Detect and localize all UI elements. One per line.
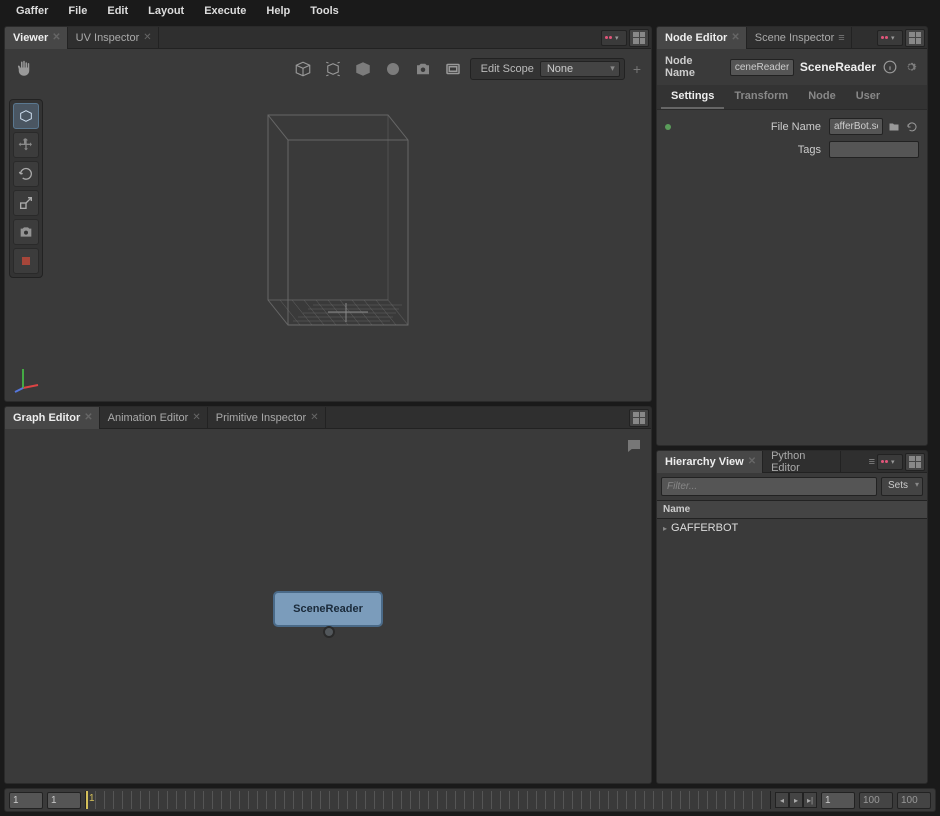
tab-hierarchy-view[interactable]: Hierarchy View ✕ [657, 451, 763, 473]
layout-split-icon[interactable] [905, 29, 925, 47]
pin-selector[interactable]: ▾ [601, 30, 627, 46]
end-frame-input[interactable] [897, 792, 931, 809]
menu-lines-icon[interactable]: ≡ [867, 456, 877, 468]
subtab-user[interactable]: User [846, 85, 890, 109]
tab-label: Hierarchy View [665, 456, 744, 468]
subtab-node[interactable]: Node [798, 85, 846, 109]
close-icon[interactable]: ✕ [52, 32, 60, 43]
tab-label: Python Editor [771, 451, 834, 473]
filter-input[interactable] [661, 477, 877, 496]
play-button[interactable]: ▸ [789, 792, 803, 808]
subtab-transform[interactable]: Transform [724, 85, 798, 109]
pin-selector[interactable]: ▾ [877, 30, 903, 46]
viewport[interactable] [5, 49, 651, 401]
tab-label: Scene Inspector [755, 32, 835, 44]
tab-viewer[interactable]: Viewer ✕ [5, 27, 68, 49]
menu-file[interactable]: File [58, 5, 97, 17]
node-name-input[interactable] [730, 59, 794, 76]
tab-animation-editor[interactable]: Animation Editor✕ [100, 407, 208, 429]
tab-python-editor[interactable]: Python Editor [763, 451, 841, 473]
graph-editor-panel: Graph Editor✕ Animation Editor✕ Primitiv… [4, 406, 652, 784]
node-editor-panel: Node Editor ✕ Scene Inspector≡ ▾ Node Nam… [656, 26, 928, 446]
node-output-port[interactable] [323, 626, 335, 638]
tab-graph-editor[interactable]: Graph Editor ✕ [5, 407, 100, 429]
subtab-settings[interactable]: Settings [661, 85, 724, 109]
file-name-label: File Name [675, 121, 825, 133]
menu-lines-icon: ≡ [838, 32, 844, 44]
tab-label: Animation Editor [108, 412, 189, 424]
folder-icon[interactable] [887, 120, 901, 134]
node-type: SceneReader [800, 60, 876, 74]
tab-label: Viewer [13, 32, 48, 44]
close-icon[interactable]: ✕ [731, 32, 739, 43]
menu-tools[interactable]: Tools [300, 5, 349, 17]
menu-edit[interactable]: Edit [97, 5, 138, 17]
item-label: GAFFERBOT [671, 522, 738, 534]
layout-split-icon[interactable] [905, 453, 925, 471]
close-icon[interactable]: ✕ [748, 456, 756, 467]
tab-primitive-inspector[interactable]: Primitive Inspector ✕ [208, 407, 326, 429]
tab-label: UV Inspector [76, 32, 140, 44]
prev-key-button[interactable]: ◂ [775, 792, 789, 808]
pin-selector[interactable]: ▾ [877, 454, 903, 470]
layout-split-icon[interactable] [629, 409, 649, 427]
sets-dropdown[interactable]: Sets [881, 477, 923, 496]
menu-help[interactable]: Help [256, 5, 300, 17]
expand-icon[interactable]: ▸ [663, 524, 667, 533]
graph-canvas[interactable]: SceneReader [5, 429, 651, 783]
playhead[interactable] [86, 791, 88, 809]
tags-label: Tags [675, 144, 825, 156]
close-icon[interactable]: ✕ [84, 412, 92, 423]
scene-reader-node[interactable]: SceneReader [273, 591, 383, 627]
tab-scene-inspector[interactable]: Scene Inspector≡ [747, 27, 852, 49]
playhead-label: 1 [89, 793, 95, 804]
menu-layout[interactable]: Layout [138, 5, 194, 17]
menu-execute[interactable]: Execute [194, 5, 256, 17]
tab-label: Graph Editor [13, 412, 80, 424]
gear-icon[interactable] [903, 59, 919, 75]
reload-icon[interactable] [905, 120, 919, 134]
tab-label: Node Editor [665, 32, 727, 44]
viewer-panel: Viewer✕ UV Inspector✕ ▾ [4, 26, 652, 402]
layout-split-icon[interactable] [629, 29, 649, 47]
tab-uv-inspector[interactable]: UV Inspector✕ [68, 27, 159, 49]
list-item[interactable]: ▸ GAFFERBOT [657, 519, 927, 537]
file-name-input[interactable] [829, 118, 883, 135]
column-header-name[interactable]: Name [657, 500, 927, 519]
close-icon[interactable]: ✕ [310, 412, 318, 423]
tags-input[interactable] [829, 141, 919, 158]
in-frame-input[interactable] [47, 792, 81, 809]
start-frame-input[interactable] [9, 792, 43, 809]
timeline: 1 ◂ ▸ ▸| [4, 788, 936, 812]
enabled-dot-icon [665, 124, 671, 130]
info-icon[interactable] [882, 59, 898, 75]
out-frame-input[interactable] [859, 792, 893, 809]
hierarchy-panel: Hierarchy View ✕ Python Editor ≡ ▾ Sets N… [656, 450, 928, 784]
tab-node-editor[interactable]: Node Editor ✕ [657, 27, 747, 49]
timeline-ticks[interactable]: 1 [85, 791, 771, 809]
node-name-label: Node Name [665, 55, 724, 79]
current-frame-input[interactable] [821, 792, 855, 809]
annotations-icon[interactable] [625, 437, 643, 458]
axis-gizmo[interactable] [13, 363, 43, 393]
close-icon[interactable]: ✕ [192, 412, 200, 423]
next-key-button[interactable]: ▸| [803, 792, 817, 808]
app-name: Gaffer [6, 5, 58, 17]
tab-label: Primitive Inspector [216, 412, 306, 424]
close-icon[interactable]: ✕ [143, 32, 151, 43]
